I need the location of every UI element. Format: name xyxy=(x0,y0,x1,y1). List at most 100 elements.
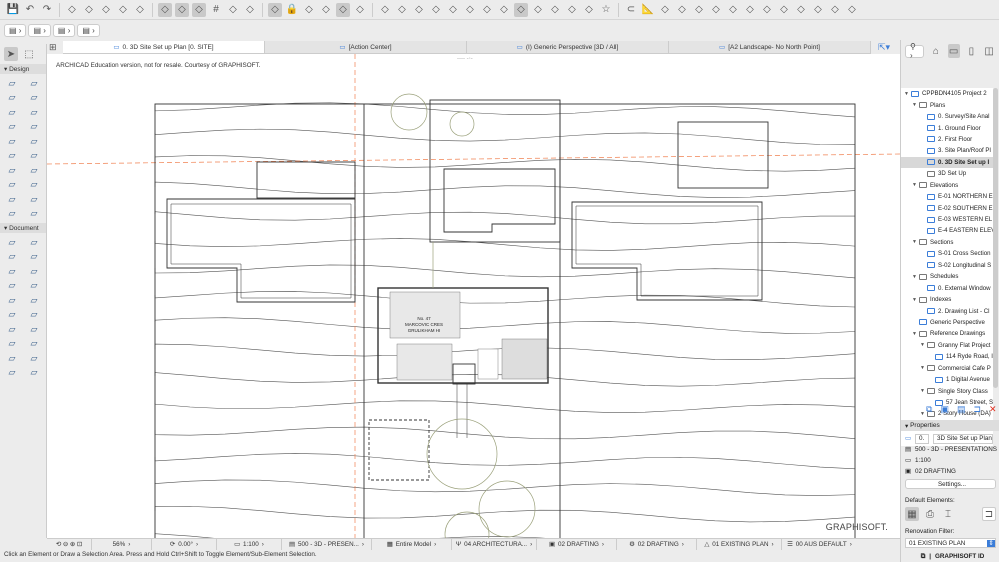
resize-icon[interactable]: ◇ xyxy=(582,3,596,17)
polyline-tool-icon[interactable]: ▱ xyxy=(1,293,23,308)
layer-combo-row[interactable]: ▤ 500 - 3D - PRESENTATIONS xyxy=(901,444,999,455)
grid-icon[interactable]: # xyxy=(209,3,223,17)
trace-icon[interactable]: ◇ xyxy=(226,3,240,17)
navigator-item[interactable]: ▼ CPPBDN4105 Project 2 xyxy=(901,88,993,99)
send-icon[interactable]: ◇ xyxy=(760,3,774,17)
delete-icon[interactable]: ✕ xyxy=(989,404,997,415)
publish-icon[interactable]: ◇ xyxy=(794,3,808,17)
column-tool-icon[interactable]: ▱ xyxy=(23,76,45,91)
navigator-item[interactable]: E-03 WESTERN EL xyxy=(901,214,993,225)
view-id-field[interactable]: 0. xyxy=(914,433,929,444)
pen-set-row[interactable]: ▣ 02 DRAFTING xyxy=(901,466,999,477)
disclosure-triangle-icon[interactable]: ▼ xyxy=(912,331,919,337)
zoom-controls[interactable]: ⟲ ⊖ ⊕ ⊡ xyxy=(47,539,92,550)
properties-header[interactable]: ▾ Properties xyxy=(901,420,999,431)
fill-tool-icon[interactable]: ▱ xyxy=(23,264,45,279)
clone-view-icon[interactable]: ▤ xyxy=(957,404,966,415)
arc-tool-icon[interactable]: ▱ xyxy=(23,279,45,294)
detail-tool-icon[interactable]: ▱ xyxy=(23,337,45,352)
skylight-tool-icon[interactable]: ▱ xyxy=(23,149,45,164)
level-dimension-tool-icon[interactable]: ▱ xyxy=(23,235,45,250)
corner-icon[interactable]: ◇ xyxy=(429,3,443,17)
navigator-item[interactable]: 3. Site Plan/Roof Pl xyxy=(901,145,993,156)
disclosure-triangle-icon[interactable]: ▼ xyxy=(912,102,919,108)
label-tool-icon[interactable]: ▱ xyxy=(1,264,23,279)
suspend-groups-icon[interactable]: ◇ xyxy=(353,3,367,17)
stair-tool-icon[interactable]: ▱ xyxy=(1,134,23,149)
project-map-icon[interactable]: ⌂ xyxy=(930,44,942,58)
sync-icon[interactable]: ◇ xyxy=(845,3,859,17)
view-map-icon[interactable]: ▭ xyxy=(947,44,960,58)
receive-icon[interactable]: ◇ xyxy=(777,3,791,17)
disclosure-triangle-icon[interactable]: ▼ xyxy=(912,182,919,188)
tab-3[interactable]: ▭ [A2 Landscape- No North Point] xyxy=(669,41,871,53)
offset-icon[interactable]: ◇ xyxy=(565,3,579,17)
renovation-selector[interactable]: △ 01 EXISTING PLAN › xyxy=(697,539,782,550)
lamp-tool-icon[interactable]: ▱ xyxy=(1,192,23,207)
graphic-override-icon[interactable]: ◇ xyxy=(336,2,350,17)
navigator-item[interactable]: S-02 Longitudinal S xyxy=(901,260,993,271)
section-tool-icon[interactable]: ▱ xyxy=(23,308,45,323)
radial-dimension-tool-icon[interactable]: ▱ xyxy=(1,250,23,265)
navigator-item[interactable]: 2. Drawing List - Cl xyxy=(901,305,993,316)
slab-tool-icon[interactable]: ▱ xyxy=(1,120,23,135)
navigator-item[interactable]: 0. 3D Site Set up I xyxy=(901,156,993,169)
design-section-header[interactable]: ▾ Design xyxy=(0,64,46,74)
default-element-column-icon[interactable]: ⌶ xyxy=(941,507,955,521)
drawing-canvas[interactable]: ARCHICAD Education version, not for resa… xyxy=(47,54,900,538)
zone-tool-icon[interactable]: ▱ xyxy=(23,178,45,193)
bookmark-icon[interactable]: ◇ xyxy=(692,3,706,17)
grid-element-tool-icon[interactable]: ▱ xyxy=(23,351,45,366)
navigator-item[interactable]: ▼ Single Story Class xyxy=(901,385,993,396)
arrow-tool-icon[interactable]: ➤ xyxy=(4,47,18,61)
change-tool-icon[interactable]: ▱ xyxy=(1,351,23,366)
trim-icon[interactable]: ◇ xyxy=(395,3,409,17)
navigator-item[interactable]: E-4 EASTERN ELEV xyxy=(901,225,993,236)
disclosure-triangle-icon[interactable]: ▼ xyxy=(904,91,911,97)
arrow-dropdown[interactable]: ▤ › xyxy=(77,24,100,37)
elevation-tool-icon[interactable]: ▱ xyxy=(1,322,23,337)
mesh-tool-icon[interactable]: ▱ xyxy=(1,178,23,193)
intersect-icon[interactable]: ◇ xyxy=(378,3,392,17)
navigator-scrollbar[interactable] xyxy=(993,88,998,388)
hotspot-tool-icon[interactable]: ▱ xyxy=(1,308,23,323)
mirror-icon[interactable]: ◇ xyxy=(497,3,511,17)
reserve-icon[interactable]: ◇ xyxy=(811,3,825,17)
scale-row[interactable]: ▭ 1:100 xyxy=(901,455,999,466)
wall-tool-icon[interactable]: ▱ xyxy=(1,76,23,91)
eyedropper-icon[interactable]: ◇ xyxy=(116,3,130,17)
lock-icon[interactable]: 🔒 xyxy=(285,3,299,17)
snap-guides-icon[interactable]: ◇ xyxy=(175,2,189,17)
settings-button[interactable]: Settings... xyxy=(905,479,996,489)
interior-elevation-tool-icon[interactable]: ▱ xyxy=(23,322,45,337)
figure-tool-icon[interactable]: ▱ xyxy=(1,366,23,381)
disclosure-triangle-icon[interactable]: ▼ xyxy=(912,297,919,303)
disclosure-triangle-icon[interactable]: ▼ xyxy=(920,365,927,371)
new-folder-icon[interactable]: ⊐ xyxy=(973,404,981,415)
layout-icon[interactable]: ◇ xyxy=(675,3,689,17)
zoom-level[interactable]: 56% › xyxy=(92,539,152,550)
marquee-tool-icon[interactable]: ⬚ xyxy=(22,47,36,61)
navigator-item[interactable]: S-01 Cross Section xyxy=(901,248,993,259)
save-icon[interactable]: 💾 xyxy=(6,3,20,17)
worksheet-tool-icon[interactable]: ▱ xyxy=(1,337,23,352)
release-icon[interactable]: ◇ xyxy=(828,3,842,17)
truss-tool-icon[interactable]: ▱ xyxy=(1,207,23,222)
3d-view-dropdown[interactable]: ▤ › xyxy=(52,24,76,37)
orientation[interactable]: ⟳ 0.00° › xyxy=(152,539,217,550)
3d-explore-icon[interactable]: ◇ xyxy=(658,3,672,17)
syringe-icon[interactable]: ◇ xyxy=(133,3,147,17)
elevate-icon[interactable]: ◇ xyxy=(548,3,562,17)
split-icon[interactable]: ◇ xyxy=(463,3,477,17)
layers-dropdown[interactable]: ▤ › xyxy=(4,24,27,37)
disclosure-triangle-icon[interactable]: ▼ xyxy=(912,239,919,245)
navigator-item[interactable]: 3D Set Up xyxy=(901,168,993,179)
publisher-sets-icon[interactable]: ◫ xyxy=(983,44,995,58)
navigator-item[interactable]: 0. External Window xyxy=(901,282,993,293)
navigator-item[interactable]: ▼ Commercial Cafe P xyxy=(901,363,993,374)
ruler-icon[interactable]: 📐 xyxy=(641,3,655,17)
text-tool-icon[interactable]: ▱ xyxy=(23,250,45,265)
door-tool-icon[interactable]: ▱ xyxy=(1,105,23,120)
label-icon[interactable]: ◇ xyxy=(726,3,740,17)
default-element-fill-icon[interactable]: ▦ xyxy=(905,507,919,521)
